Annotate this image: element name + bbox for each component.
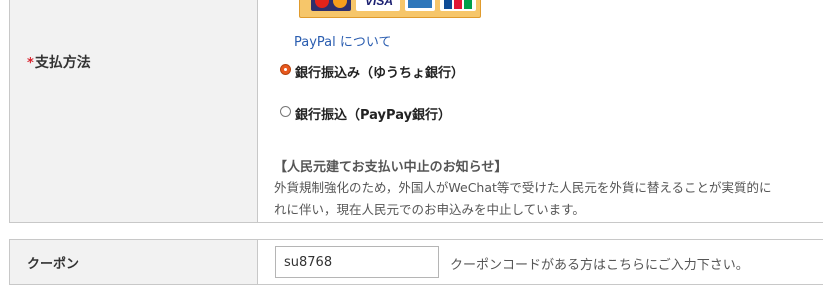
coupon-row: クーポン クーポンコードがある方はこちらにご入力下さい。 (9, 239, 823, 285)
required-mark: * (27, 56, 34, 71)
radio-bank-transfer-yucho[interactable] (280, 64, 291, 75)
notice-line-1: 外貨規制強化のため，外国人がWeChat等で受けた人民元を外貨に替えることが実質… (274, 180, 772, 195)
radio-bank-transfer-paypay[interactable] (280, 106, 291, 117)
option-label-yucho[interactable]: 銀行振込み（ゆうちょ銀行） (295, 62, 464, 81)
notice-title: 【人民元建てお支払い中止のお知らせ】 (274, 160, 508, 175)
payment-method-label: *支払方法 (27, 55, 91, 71)
jcb-logo (440, 0, 476, 11)
coupon-code-input[interactable] (275, 246, 439, 278)
notice-line-2: れに伴い，現在人民元でのお申込みを中止しています。 (274, 202, 585, 217)
card-logos-banner: VISA (299, 0, 481, 18)
option-label-paypay[interactable]: 銀行振込（PayPay銀行） (295, 104, 451, 123)
amex-logo (405, 0, 435, 11)
coupon-label-cell: クーポン (10, 240, 258, 284)
coupon-label: クーポン (27, 257, 80, 272)
mastercard-logo (311, 0, 351, 11)
payment-method-label-cell: *支払方法 (10, 0, 258, 222)
coupon-hint: クーポンコードがある方はこちらにご入力下さい。 (450, 258, 749, 273)
visa-logo: VISA (356, 0, 400, 11)
paypal-info-link[interactable]: PayPal について (294, 31, 392, 50)
